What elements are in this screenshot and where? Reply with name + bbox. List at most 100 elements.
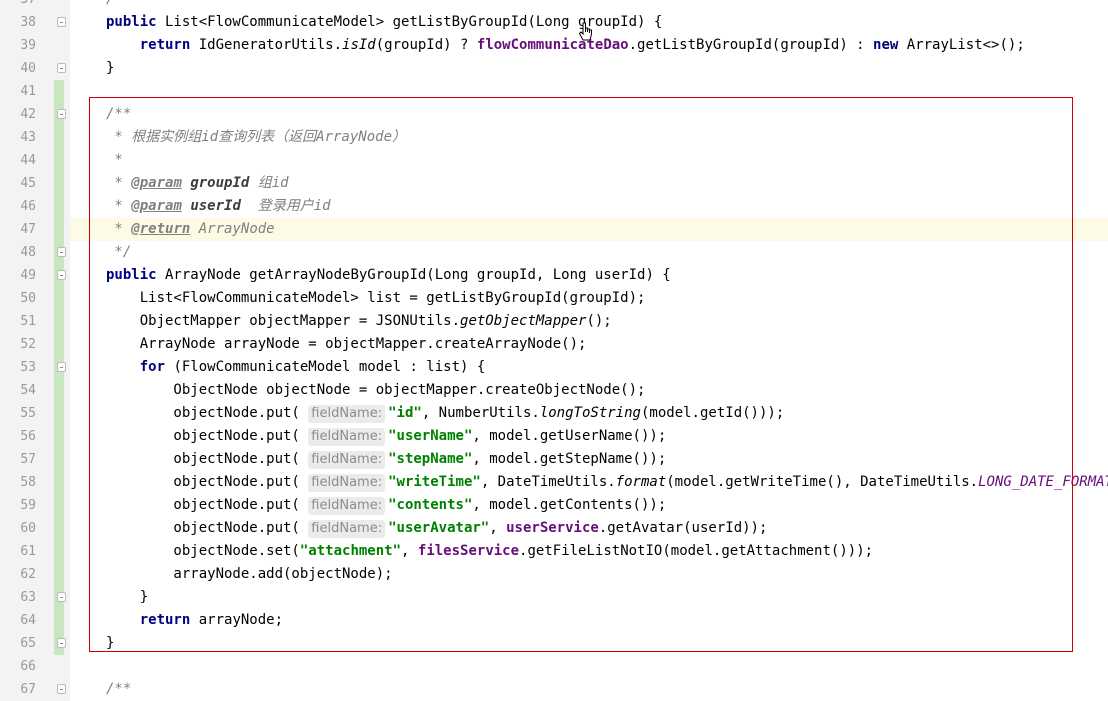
code-line[interactable]: 49 public ArrayNode getArrayNodeByGroupId… xyxy=(0,264,1108,287)
code-line[interactable]: 59 objectNode.put( fieldName: "contents",… xyxy=(0,494,1108,517)
code-line[interactable]: 48 */ xyxy=(0,241,1108,264)
code-text[interactable]: objectNode.set("attachment", filesServic… xyxy=(106,540,873,563)
code-line[interactable]: 63 } xyxy=(0,586,1108,609)
vcs-change-marker[interactable] xyxy=(54,310,64,333)
code-text[interactable]: objectNode.put( fieldName: "id", NumberUt… xyxy=(106,402,784,425)
code-line[interactable]: 61 objectNode.set("attachment", filesSer… xyxy=(0,540,1108,563)
code-line[interactable]: 40} xyxy=(0,57,1108,80)
code-line[interactable]: 51 ObjectMapper objectMapper = JSONUtils… xyxy=(0,310,1108,333)
code-editor[interactable]: 37/38public List<FlowCommunicateModel> g… xyxy=(0,0,1108,701)
code-line[interactable]: 52 ArrayNode arrayNode = objectMapper.cr… xyxy=(0,333,1108,356)
code-text[interactable]: * @param groupId 组id xyxy=(106,172,289,195)
code-token: for xyxy=(139,359,166,375)
vcs-change-marker[interactable] xyxy=(54,333,64,356)
fold-toggle-icon[interactable] xyxy=(57,638,66,648)
code-text[interactable]: * @param userId 登录用户id xyxy=(106,195,330,218)
fold-toggle-icon[interactable] xyxy=(57,684,66,694)
code-line[interactable]: 58 objectNode.put( fieldName: "writeTime"… xyxy=(0,471,1108,494)
code-text[interactable]: ObjectNode objectNode = objectMapper.cre… xyxy=(106,379,645,402)
vcs-change-marker[interactable] xyxy=(54,287,64,310)
code-text[interactable]: * 根据实例组id查询列表（返回ArrayNode） xyxy=(106,126,406,149)
code-text[interactable]: objectNode.put( fieldName: "contents", mo… xyxy=(106,494,666,517)
code-token: , xyxy=(489,520,507,536)
code-text[interactable]: } xyxy=(106,586,148,609)
code-line[interactable]: 62 arrayNode.add(objectNode); xyxy=(0,563,1108,586)
vcs-change-marker[interactable] xyxy=(54,402,64,425)
code-text[interactable]: */ xyxy=(106,241,131,264)
code-text[interactable]: /** xyxy=(106,103,131,126)
code-line[interactable]: 60 objectNode.put( fieldName: "userAvatar… xyxy=(0,517,1108,540)
code-token: objectNode.set( xyxy=(106,543,300,559)
code-line[interactable]: 41 xyxy=(0,80,1108,103)
code-text[interactable]: ObjectMapper objectMapper = JSONUtils.ge… xyxy=(106,310,612,333)
code-token: objectNode.put( xyxy=(106,405,309,421)
code-token: "attachment" xyxy=(299,543,402,559)
fold-toggle-icon[interactable] xyxy=(57,270,66,280)
vcs-change-marker[interactable] xyxy=(54,195,64,218)
code-text[interactable]: / xyxy=(106,0,114,11)
code-line[interactable]: 50 List<FlowCommunicateModel> list = get… xyxy=(0,287,1108,310)
code-line[interactable]: 37 / xyxy=(0,0,1108,11)
code-text[interactable]: } xyxy=(106,57,114,80)
code-line[interactable]: 56 objectNode.put( fieldName: "userName",… xyxy=(0,425,1108,448)
vcs-change-marker[interactable] xyxy=(54,218,64,241)
vcs-change-marker[interactable] xyxy=(54,563,64,586)
vcs-change-marker[interactable] xyxy=(54,126,64,149)
code-line[interactable]: 38 public List<FlowCommunicateModel> getL… xyxy=(0,11,1108,34)
code-text[interactable]: public ArrayNode getArrayNodeByGroupId(L… xyxy=(106,264,671,287)
code-text[interactable]: ArrayNode arrayNode = objectMapper.creat… xyxy=(106,333,587,356)
vcs-change-marker[interactable] xyxy=(54,471,64,494)
code-line[interactable]: 45 * @param groupId 组id xyxy=(0,172,1108,195)
code-line[interactable]: 46 * @param userId 登录用户id xyxy=(0,195,1108,218)
vcs-change-marker[interactable] xyxy=(54,425,64,448)
code-text[interactable]: List<FlowCommunicateModel> list = getLis… xyxy=(106,287,646,310)
code-text[interactable]: return arrayNode; xyxy=(106,609,283,632)
code-text[interactable]: * @return ArrayNode xyxy=(106,218,274,241)
vcs-change-marker[interactable] xyxy=(54,517,64,540)
code-text[interactable]: objectNode.put( fieldName: "stepName", mo… xyxy=(106,448,666,471)
vcs-change-marker[interactable] xyxy=(54,609,64,632)
code-text[interactable]: /** xyxy=(106,678,131,701)
code-token: / xyxy=(106,0,114,7)
vcs-change-marker[interactable] xyxy=(54,172,64,195)
code-token: @return xyxy=(131,221,191,237)
code-text[interactable]: objectNode.put( fieldName: "userAvatar", … xyxy=(106,517,767,540)
fold-toggle-icon[interactable] xyxy=(57,109,66,119)
code-line[interactable]: 53 for (FlowCommunicateModel model : lis… xyxy=(0,356,1108,379)
vcs-change-marker[interactable] xyxy=(54,540,64,563)
code-line[interactable]: 54 ObjectNode objectNode = objectMapper.… xyxy=(0,379,1108,402)
code-line[interactable]: 55 objectNode.put( fieldName: "id", Numbe… xyxy=(0,402,1108,425)
code-text[interactable]: objectNode.put( fieldName: "userName", mo… xyxy=(106,425,666,448)
code-text[interactable]: for (FlowCommunicateModel model : list) … xyxy=(106,356,486,379)
code-line[interactable]: 57 objectNode.put( fieldName: "stepName",… xyxy=(0,448,1108,471)
code-line[interactable]: 47 * @return ArrayNode xyxy=(0,218,1108,241)
vcs-change-marker[interactable] xyxy=(54,149,64,172)
code-token: IdGeneratorUtils. xyxy=(190,37,343,53)
code-text[interactable]: return IdGeneratorUtils.isId(groupId) ? … xyxy=(106,34,1025,57)
code-line[interactable]: 67 /** xyxy=(0,678,1108,701)
code-line[interactable]: 66 xyxy=(0,655,1108,678)
code-token: 组id xyxy=(249,175,289,191)
vcs-change-marker[interactable] xyxy=(54,80,64,103)
code-line[interactable]: 64 return arrayNode; xyxy=(0,609,1108,632)
code-line[interactable]: 42 /** xyxy=(0,103,1108,126)
vcs-change-marker[interactable] xyxy=(54,494,64,517)
fold-toggle-icon[interactable] xyxy=(57,592,66,602)
fold-toggle-icon[interactable] xyxy=(57,247,66,257)
code-text[interactable]: } xyxy=(106,632,114,655)
fold-toggle-icon[interactable] xyxy=(57,362,66,372)
code-token: return xyxy=(139,612,191,628)
vcs-change-marker[interactable] xyxy=(54,379,64,402)
code-line[interactable]: 65} xyxy=(0,632,1108,655)
code-line[interactable]: 39 return IdGeneratorUtils.isId(groupId)… xyxy=(0,34,1108,57)
fold-toggle-icon[interactable] xyxy=(57,17,66,27)
code-token: } xyxy=(106,589,149,605)
code-token: userService xyxy=(506,520,599,536)
vcs-change-marker[interactable] xyxy=(54,448,64,471)
code-text[interactable]: objectNode.put( fieldName: "writeTime", D… xyxy=(106,471,1108,494)
code-text[interactable]: * xyxy=(106,149,122,172)
code-line[interactable]: 44 * xyxy=(0,149,1108,172)
code-text[interactable]: arrayNode.add(objectNode); xyxy=(106,563,392,586)
code-line[interactable]: 43 * 根据实例组id查询列表（返回ArrayNode） xyxy=(0,126,1108,149)
fold-toggle-icon[interactable] xyxy=(57,63,66,73)
